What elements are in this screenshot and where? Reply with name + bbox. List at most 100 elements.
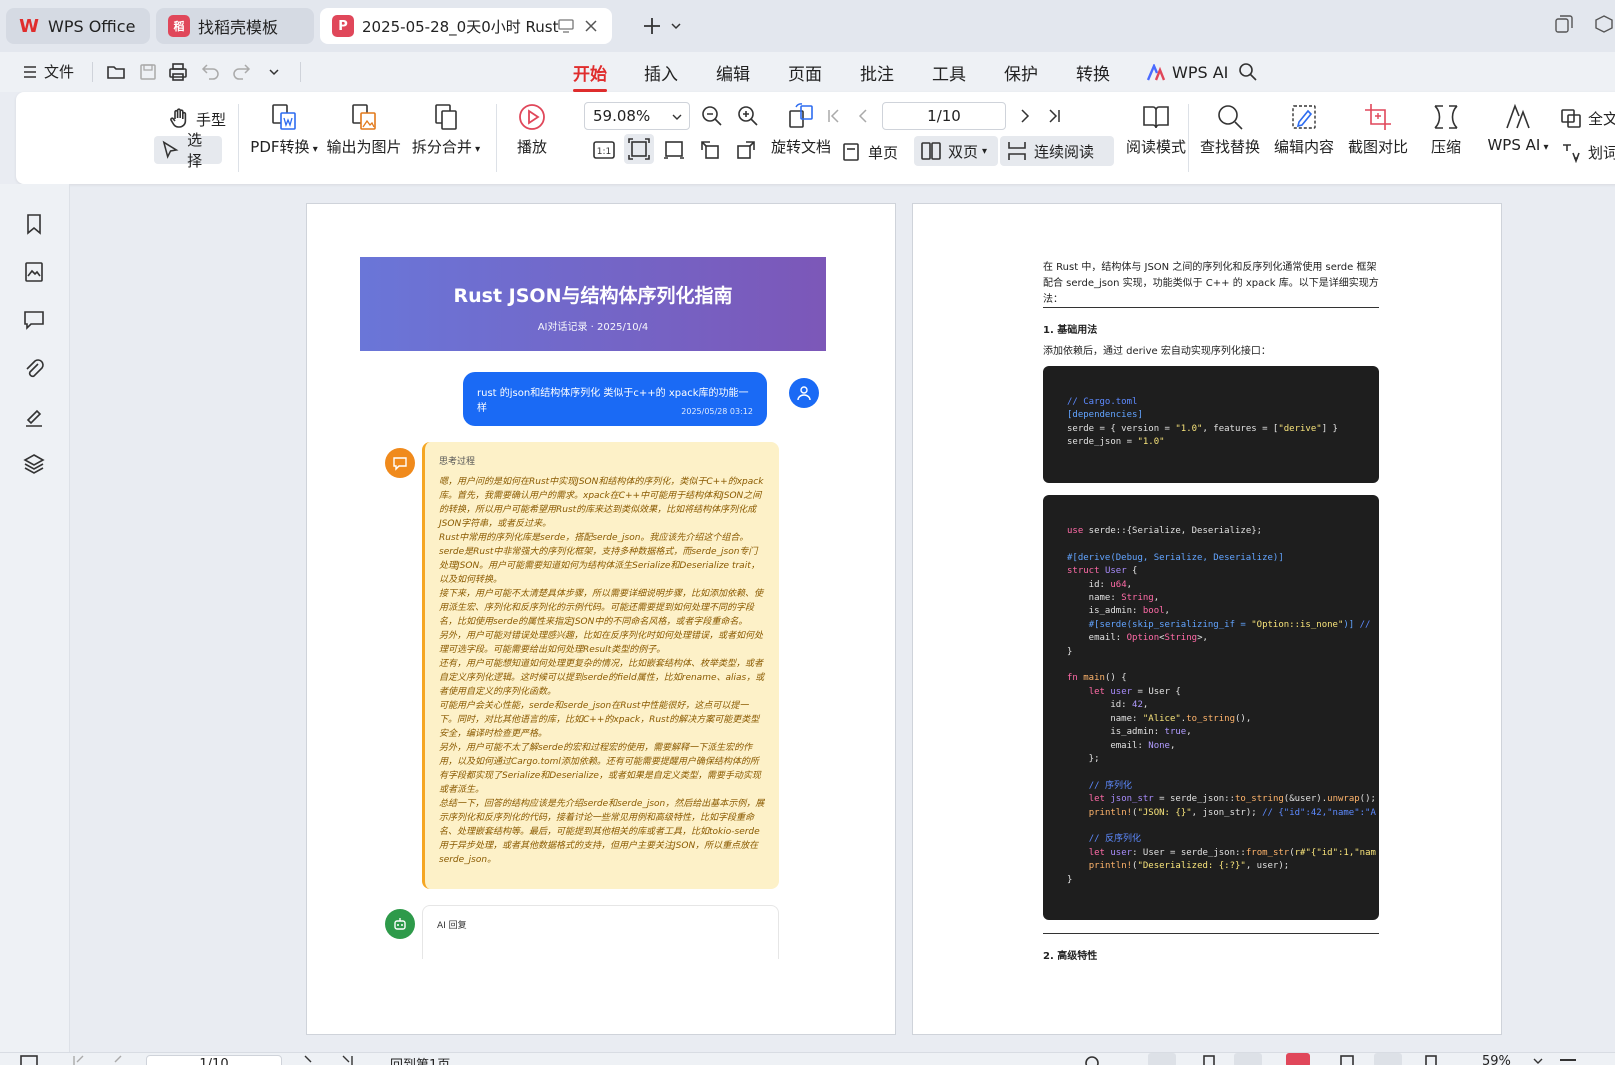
read-mode-button[interactable]: 阅读模式 (1120, 102, 1192, 157)
word-translate-button[interactable]: 划词 (1554, 138, 1615, 166)
compress-button[interactable]: 压缩 (1420, 102, 1472, 157)
menu-convert[interactable]: 转换 (1076, 58, 1110, 86)
screen-icon[interactable] (1340, 1055, 1354, 1065)
menu-start[interactable]: 开始 (573, 58, 607, 92)
file-menu[interactable]: 文件 (44, 61, 74, 82)
search-icon[interactable] (1238, 62, 1258, 82)
wps-ai-label: WPS AI ▾ (1487, 136, 1549, 154)
screenshot-compare-icon (1365, 104, 1391, 130)
search-icon (1218, 105, 1243, 130)
layers-icon[interactable] (22, 452, 46, 476)
next-page-icon[interactable] (1016, 108, 1032, 124)
section-heading-advanced: 2. 高级特性 (1043, 951, 1098, 962)
double-page-view-button[interactable] (1234, 1053, 1262, 1065)
tab-label: WPS Office (48, 16, 136, 36)
single-page-icon[interactable] (1202, 1055, 1216, 1065)
status-page-input[interactable]: 1/10 (146, 1055, 282, 1065)
rotate-left-icon[interactable] (698, 138, 722, 162)
export-image-button[interactable]: 输出为图片 (324, 102, 404, 157)
fit-page-button[interactable] (624, 134, 654, 164)
menu-insert[interactable]: 插入 (644, 58, 678, 86)
close-icon[interactable] (584, 19, 598, 33)
first-page-icon[interactable] (826, 108, 842, 124)
play-icon (519, 104, 545, 130)
next-page-icon[interactable] (300, 1055, 314, 1065)
play-icon[interactable] (1286, 1053, 1310, 1065)
back-first-link[interactable]: 回到第1页 (390, 1054, 450, 1065)
zoom-select[interactable]: 59.08% (584, 102, 690, 130)
menu-bar: 文件 开始 插入 编辑 页面 批注 工具 保护 转换 WPS AI (0, 52, 1615, 92)
chevron-down-icon: ▾ (982, 145, 988, 157)
pdf-convert-button[interactable]: PDF转换 ▾ (248, 102, 320, 157)
rotate-right-icon[interactable] (734, 138, 758, 162)
signature-icon[interactable] (22, 404, 46, 428)
chevron-down-icon[interactable] (1532, 1055, 1544, 1065)
tab-document[interactable]: P 2025-05-28_0天0小时 Rust J (320, 8, 612, 44)
thumbnail-icon[interactable] (22, 260, 46, 284)
bookmark-icon[interactable] (22, 212, 46, 236)
last-page-icon[interactable] (1046, 108, 1062, 124)
wps-ai-icon (1506, 103, 1530, 129)
fit-page-icon (628, 138, 650, 160)
status-zoom[interactable]: 59% (1482, 1054, 1511, 1065)
zoom-in-icon[interactable] (736, 104, 760, 128)
chevron-down-icon[interactable] (670, 20, 682, 32)
menu-edit[interactable]: 编辑 (716, 58, 750, 86)
first-page-icon[interactable] (72, 1055, 86, 1065)
redo-icon[interactable] (232, 62, 252, 82)
compress-label: 压缩 (1430, 138, 1461, 156)
window-restore-icon[interactable] (1554, 14, 1574, 34)
fit-page-status-button[interactable] (1374, 1053, 1402, 1065)
select-tool-button[interactable]: 选择 (154, 131, 222, 170)
eye-icon[interactable] (1084, 1055, 1100, 1065)
svg-text:1:1: 1:1 (597, 147, 611, 157)
pdf-logo-icon: P (332, 15, 354, 37)
hand-label: 手型 (196, 110, 227, 129)
menu-icon[interactable] (22, 64, 38, 80)
open-folder-icon[interactable] (106, 62, 126, 82)
find-replace-button[interactable]: 查找替换 (1194, 102, 1266, 157)
wps-ai-button[interactable]: WPS AI ▾ (1478, 102, 1558, 154)
page-view-icon[interactable] (1424, 1055, 1438, 1065)
attachment-icon[interactable] (22, 356, 46, 380)
continuous-icon (1008, 142, 1026, 160)
tab-wps-office[interactable]: W WPS Office (6, 8, 150, 44)
single-page-button[interactable]: 单页 (834, 138, 904, 166)
fit-width-icon[interactable] (662, 138, 686, 162)
new-tab-icon[interactable] (642, 16, 662, 36)
chevron-down-icon[interactable] (268, 66, 280, 78)
comment-icon[interactable] (22, 308, 46, 332)
zoom-out-icon[interactable] (700, 104, 724, 128)
last-page-icon[interactable] (340, 1055, 354, 1065)
divider (92, 62, 93, 82)
play-button[interactable]: 播放 (506, 102, 558, 157)
save-icon[interactable] (138, 62, 158, 82)
prev-page-icon[interactable] (856, 108, 872, 124)
menu-page[interactable]: 页面 (788, 58, 822, 86)
prev-page-icon[interactable] (112, 1055, 126, 1065)
zoom-minus-icon[interactable] (1560, 1059, 1576, 1061)
cube-icon[interactable] (1594, 14, 1614, 34)
menu-annotate[interactable]: 批注 (860, 58, 894, 86)
menu-wps-ai[interactable]: WPS AI (1172, 58, 1228, 86)
edit-content-button[interactable]: 编辑内容 (1268, 102, 1340, 157)
full-text-button[interactable]: 全文 (1554, 104, 1615, 132)
print-icon[interactable] (168, 62, 188, 82)
double-page-label: 双页 (948, 142, 979, 161)
page-input[interactable]: 1/10 (882, 102, 1006, 130)
chat-bubble-icon (393, 457, 407, 471)
double-page-button[interactable]: 双页 ▾ (914, 136, 998, 166)
monitor-icon (558, 19, 574, 33)
view-mode-button[interactable] (1148, 1053, 1176, 1065)
split-merge-button[interactable]: 拆分合并 ▾ (408, 102, 484, 157)
sidebar-toggle-icon[interactable] (20, 1055, 38, 1065)
tab-template[interactable]: 稻 找稻壳模板 (156, 8, 314, 44)
menu-tools[interactable]: 工具 (932, 58, 966, 86)
undo-icon[interactable] (200, 62, 220, 82)
screenshot-compare-button[interactable]: 截图对比 (1342, 102, 1414, 157)
divider (238, 104, 239, 172)
actual-size-icon[interactable]: 1:1 (592, 138, 616, 162)
continuous-read-button[interactable]: 连续阅读 (1000, 136, 1114, 166)
menu-protect[interactable]: 保护 (1004, 58, 1038, 86)
chevron-down-icon (672, 114, 682, 120)
